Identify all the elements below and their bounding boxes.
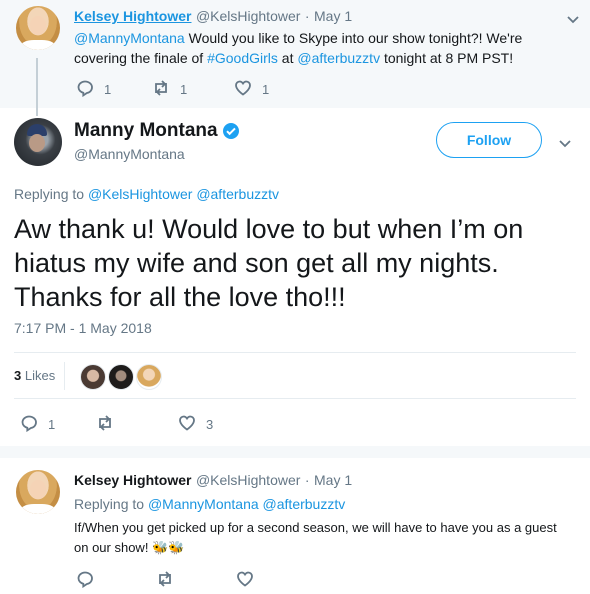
mention-link[interactable]: @MannyMontana — [74, 30, 185, 46]
reply-count: 1 — [104, 82, 112, 97]
heart-icon — [234, 79, 252, 100]
parent-author-name[interactable]: Kelsey Hightower — [74, 8, 191, 24]
manny-avatar[interactable] — [14, 118, 62, 166]
main-author-handle[interactable]: @MannyMontana — [74, 146, 185, 162]
main-author-row: Manny Montana — [74, 120, 240, 142]
parent-like-action[interactable]: 1 — [234, 79, 269, 100]
parent-tweet[interactable]: Kelsey Hightower @KelsHightower · May 1 … — [0, 0, 590, 116]
reply-tweet-text: If/When you get picked up for a second s… — [74, 518, 564, 558]
parent-tweet-header: Kelsey Hightower @KelsHightower · May 1 — [74, 8, 352, 26]
retweet-icon — [96, 414, 114, 435]
replying-to: Replying to @MannyMontana @afterbuzztv — [74, 496, 345, 512]
mention-link[interactable]: @KelsHightower — [88, 186, 192, 202]
reply-count: 1 — [48, 417, 56, 432]
kelsey-avatar[interactable] — [16, 6, 60, 50]
replying-to: Replying to @KelsHightower @afterbuzztv — [14, 186, 279, 202]
main-retweet-action[interactable] — [96, 414, 124, 435]
liker-avatar[interactable] — [108, 364, 134, 390]
dot-separator: · — [304, 472, 310, 488]
tweet-text-segment: at — [277, 50, 298, 66]
reply-tweet-date[interactable]: May 1 — [314, 472, 352, 488]
heart-icon — [178, 414, 196, 435]
liker-avatar[interactable] — [80, 364, 106, 390]
retweet-icon — [156, 570, 174, 591]
likes-label: Likes — [24, 368, 56, 383]
parent-author-handle[interactable]: @KelsHightower — [196, 8, 300, 24]
reply-icon — [76, 79, 94, 100]
kelsey-avatar[interactable] — [16, 470, 60, 514]
thread-line — [36, 58, 38, 116]
tweet-text-segment: If/When you get picked up for a second s… — [74, 520, 557, 555]
chevron-down-icon[interactable] — [566, 12, 580, 26]
replying-prefix: Replying to — [74, 496, 148, 512]
dot-separator: · — [304, 8, 310, 24]
liker-avatar[interactable] — [136, 364, 162, 390]
parent-tweet-text: @MannyMontana Would you like to Skype in… — [74, 28, 554, 68]
mention-link[interactable]: @afterbuzztv — [297, 50, 380, 66]
like-count: 1 — [262, 82, 270, 97]
reply-icon — [20, 414, 38, 435]
mention-link[interactable]: @afterbuzztv — [196, 186, 279, 202]
reply-author-handle[interactable]: @KelsHightower — [196, 472, 300, 488]
divider — [14, 398, 576, 399]
divider — [14, 352, 576, 353]
main-reply-action[interactable]: 1 — [20, 414, 55, 435]
reply-tweet-header: Kelsey Hightower @KelsHightower · May 1 — [74, 472, 352, 490]
parent-reply-action[interactable]: 1 — [76, 79, 111, 100]
replying-prefix: Replying to — [14, 186, 88, 202]
main-tweet-text: Aw thank u! Would love to but when I’m o… — [14, 214, 524, 312]
hashtag-link[interactable]: #GoodGirls — [207, 50, 278, 66]
main-author-name[interactable]: Manny Montana — [74, 120, 218, 142]
follow-button[interactable]: Follow — [436, 122, 542, 158]
main-like-action[interactable]: 3 — [178, 414, 213, 435]
divider — [64, 362, 65, 390]
mention-link[interactable]: @afterbuzztv — [263, 496, 346, 512]
heart-icon — [236, 570, 254, 591]
tweet-text-segment: tonight at 8 PM PST! — [380, 50, 514, 66]
parent-tweet-date[interactable]: May 1 — [314, 8, 352, 24]
retweet-count: 1 — [180, 82, 188, 97]
likes-count: 3 — [14, 368, 22, 383]
retweet-icon — [152, 79, 170, 100]
section-separator — [0, 446, 590, 458]
bee-emoji: 🐝🐝 — [152, 540, 185, 555]
reply-reply-action[interactable] — [76, 570, 94, 591]
reply-author-name[interactable]: Kelsey Hightower — [74, 472, 191, 488]
parent-retweet-action[interactable]: 1 — [152, 79, 187, 100]
verified-badge-icon — [222, 122, 240, 140]
reply-retweet-action[interactable] — [156, 570, 174, 591]
tweet-timestamp[interactable]: 7:17 PM - 1 May 2018 — [14, 320, 152, 336]
likes-summary[interactable]: 3 Likes — [14, 368, 55, 383]
mention-link[interactable]: @MannyMontana — [148, 496, 259, 512]
reply-icon — [76, 570, 94, 591]
like-count: 3 — [206, 417, 214, 432]
reply-like-action[interactable] — [236, 570, 254, 591]
chevron-down-icon[interactable] — [558, 136, 572, 150]
